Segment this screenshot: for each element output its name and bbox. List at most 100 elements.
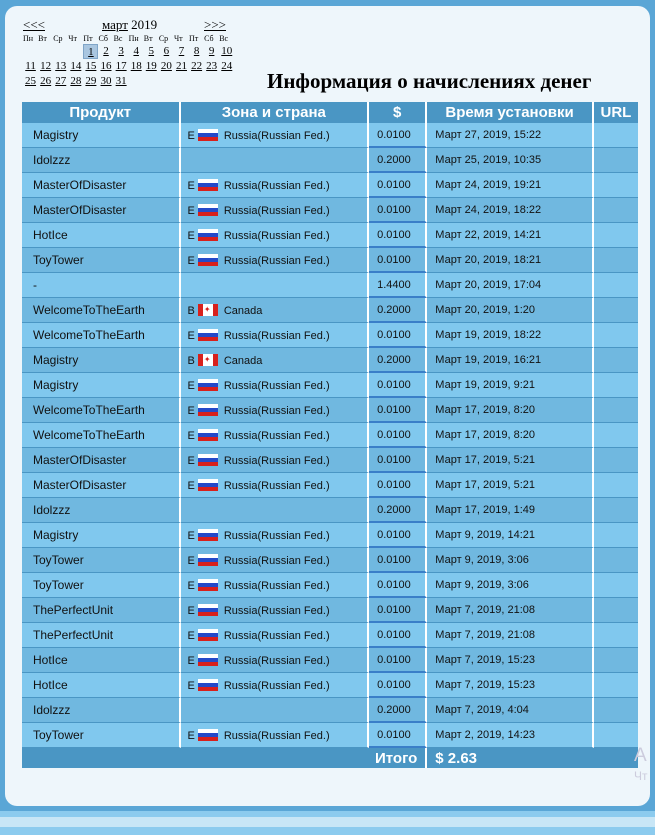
calendar-day-31[interactable]: 31: [114, 74, 129, 89]
zone-cell: E Russia(Russian Fed.): [180, 398, 370, 423]
table-row: ToyTower E Russia(Russian Fed.) 0.0100 Март …: [22, 548, 638, 573]
russia-flag-icon: [197, 128, 218, 141]
prev-month-link[interactable]: <<<: [23, 17, 45, 33]
calendar-day-14[interactable]: 14: [68, 59, 83, 74]
calendar: <<< март 2019 >>> Пн Вт Ср Чт Пт Сб Вс Пн Вт Ср Чт…: [23, 17, 235, 89]
calendar-day-19[interactable]: 19: [144, 59, 159, 74]
url-cell: [593, 648, 638, 673]
product-cell: Magistry: [22, 348, 181, 373]
calendar-day-20[interactable]: 20: [159, 59, 174, 74]
product-cell: Idolzzz: [22, 148, 181, 173]
amount-cell: 0.0100: [369, 673, 428, 698]
calendar-day-13[interactable]: 13: [53, 59, 68, 74]
calendar-day-30[interactable]: 30: [98, 74, 113, 89]
url-cell: [593, 223, 638, 248]
header-time: Время установки: [427, 102, 594, 123]
month-link[interactable]: март: [102, 17, 128, 32]
calendar-day-8[interactable]: 8: [189, 44, 204, 59]
calendar-day-12[interactable]: 12: [38, 59, 53, 74]
calendar-day-24[interactable]: 24: [219, 59, 234, 74]
calendar-day-7[interactable]: 7: [174, 44, 189, 59]
weekday-label: Вт: [38, 34, 47, 43]
amount-cell: 0.0100: [369, 373, 428, 398]
zone-code: E: [187, 654, 195, 667]
calendar-day-10[interactable]: 10: [219, 44, 234, 59]
calendar-day-18[interactable]: 18: [129, 59, 144, 74]
calendar-day-17[interactable]: 17: [114, 59, 129, 74]
russia-flag-icon: [197, 478, 218, 491]
product-cell: WelcomeToTheEarth: [22, 398, 181, 423]
install-time-cell: Март 9, 2019, 3:06: [427, 573, 594, 598]
next-month-link[interactable]: >>>: [204, 17, 226, 33]
page-title: Информация о начислениях денег: [267, 69, 592, 93]
calendar-day-29[interactable]: 29: [83, 74, 98, 89]
calendar-day-22[interactable]: 22: [189, 59, 204, 74]
calendar-day-26[interactable]: 26: [38, 74, 53, 89]
zone-code: E: [187, 679, 195, 692]
table-row: Magistry E Russia(Russian Fed.) 0.0100 Март …: [22, 123, 638, 148]
country-name: Russia(Russian Fed.): [223, 129, 330, 142]
amount-cell: 0.0100: [369, 248, 428, 273]
calendar-day-21[interactable]: 21: [174, 59, 189, 74]
russia-flag-icon: [197, 203, 218, 216]
zone-code: E: [187, 729, 195, 742]
calendar-day-16[interactable]: 16: [98, 59, 113, 74]
table-row: ToyTower E Russia(Russian Fed.) 0.0100 Март …: [22, 248, 638, 273]
calendar-day-11[interactable]: 11: [23, 59, 38, 74]
country-name: Russia(Russian Fed.): [223, 629, 330, 642]
weekday-label: Пт: [189, 34, 199, 43]
url-cell: [593, 323, 638, 348]
table-row: WelcomeToTheEarth E Russia(Russian Fed.) 0.…: [22, 423, 638, 448]
product-cell: ToyTower: [22, 723, 181, 748]
zone-cell: E Russia(Russian Fed.): [180, 423, 370, 448]
install-time-cell: Март 7, 2019, 4:04: [427, 698, 594, 723]
russia-flag-icon: [197, 428, 218, 441]
canada-flag-icon: [197, 353, 218, 366]
russia-flag-icon: [197, 378, 218, 391]
url-cell: [593, 673, 638, 698]
calendar-week-row: 25 26 27 28 29 30 31: [23, 74, 235, 89]
russia-flag-icon: [197, 528, 218, 541]
calendar-day-28[interactable]: 28: [68, 74, 83, 89]
header-product: Продукт: [22, 102, 181, 123]
calendar-day-9[interactable]: 9: [204, 44, 219, 59]
country-name: Canada: [223, 304, 263, 317]
zone-cell: E Russia(Russian Fed.): [180, 648, 370, 673]
zone-cell: B Canada: [180, 298, 370, 323]
calendar-day-15[interactable]: 15: [83, 59, 98, 74]
amount-cell: 0.0100: [369, 523, 428, 548]
calendar-day-3[interactable]: 3: [114, 44, 129, 59]
zone-cell: E Russia(Russian Fed.): [180, 373, 370, 398]
weekday-label: Ср: [158, 34, 169, 43]
calendar-day-27[interactable]: 27: [53, 74, 68, 89]
install-time-cell: Март 25, 2019, 10:35: [427, 148, 594, 173]
weekday-label: Пн: [128, 34, 139, 43]
table-row: WelcomeToTheEarth E Russia(Russian Fed.) 0.…: [22, 323, 638, 348]
product-cell: ToyTower: [22, 573, 181, 598]
zone-code: E: [187, 229, 195, 242]
calendar-day-4[interactable]: 4: [129, 44, 144, 59]
product-cell: MasterOfDisaster: [22, 173, 181, 198]
install-time-cell: Март 17, 2019, 5:21: [427, 448, 594, 473]
install-time-cell: Март 19, 2019, 9:21: [427, 373, 594, 398]
calendar-day-2[interactable]: 2: [98, 44, 113, 59]
russia-flag-icon: [197, 453, 218, 466]
zone-cell: E Russia(Russian Fed.): [180, 548, 370, 573]
calendar-day-23[interactable]: 23: [204, 59, 219, 74]
url-cell: [593, 248, 638, 273]
calendar-day-5[interactable]: 5: [144, 44, 159, 59]
zone-code: E: [187, 604, 195, 617]
install-time-cell: Март 17, 2019, 1:49: [427, 498, 594, 523]
calendar-day-1[interactable]: 1: [83, 44, 99, 59]
calendar-day-6[interactable]: 6: [159, 44, 174, 59]
amount-cell: 0.0100: [369, 448, 428, 473]
product-cell: HotIce: [22, 673, 181, 698]
install-time-cell: Март 24, 2019, 18:22: [427, 198, 594, 223]
russia-flag-icon: [197, 553, 218, 566]
russia-flag-icon: [197, 653, 218, 666]
amount-cell: 0.2000: [369, 698, 428, 723]
table-row: ToyTower E Russia(Russian Fed.) 0.0100 Март …: [22, 723, 638, 748]
zone-code: E: [187, 629, 195, 642]
calendar-day-25[interactable]: 25: [23, 74, 38, 89]
zone-code: E: [187, 554, 195, 567]
